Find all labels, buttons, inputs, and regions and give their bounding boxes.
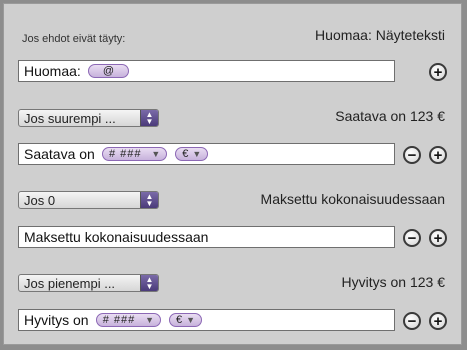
rule-preview: Hyvitys on 123 € — [341, 274, 446, 290]
minus-icon: − — [407, 229, 417, 247]
add-rule-button[interactable]: + — [429, 312, 447, 330]
plus-icon: + — [433, 63, 443, 81]
chevron-down-icon: ▼ — [192, 149, 202, 159]
currency-symbol: € — [176, 314, 183, 326]
add-rule-button[interactable]: + — [429, 146, 447, 164]
chevron-down-icon: ▼ — [186, 315, 196, 325]
rule-preview: Maksettu kokonaisuudessaan — [260, 191, 445, 207]
currency-token[interactable]: € ▼ — [169, 313, 203, 327]
add-rule-button[interactable]: + — [429, 229, 447, 247]
field-text: Huomaa: — [24, 63, 81, 79]
rule-format-field[interactable]: Maksettu kokonaisuudessaan — [18, 226, 395, 248]
text-token[interactable]: @ — [87, 64, 129, 78]
number-format: # ### — [102, 314, 136, 326]
number-token[interactable]: # ### ▼ — [95, 313, 162, 327]
field-text: Hyvitys on — [24, 312, 89, 328]
up-down-arrows-icon: ▲ ▼ — [140, 275, 158, 291]
remove-rule-button[interactable]: − — [403, 229, 421, 247]
field-text: Maksettu kokonaisuudessaan — [24, 229, 209, 245]
up-down-arrows-icon: ▲ ▼ — [140, 192, 158, 208]
otherwise-label: Jos ehdot eivät täyty: — [22, 33, 126, 45]
number-token[interactable]: # ### ▼ — [101, 147, 168, 161]
condition-select-label: Jos pienempi ... — [24, 275, 116, 291]
condition-select-label: Jos suurempi ... — [24, 110, 116, 126]
currency-symbol: € — [182, 148, 189, 160]
default-format-field[interactable]: Huomaa: @ — [18, 60, 395, 82]
condition-select-label: Jos 0 — [24, 192, 56, 208]
add-rule-button[interactable]: + — [429, 63, 447, 81]
plus-icon: + — [433, 312, 443, 330]
up-down-arrows-icon: ▲ ▼ — [140, 110, 158, 126]
field-text: Saatava on — [24, 146, 95, 162]
conditional-format-panel: Jos ehdot eivät täyty: Huomaa: Näyteteks… — [3, 3, 462, 345]
rule-format-field[interactable]: Hyvitys on # ### ▼ € ▼ — [18, 309, 395, 331]
chevron-down-icon: ▼ — [145, 315, 155, 325]
condition-select[interactable]: Jos pienempi ... ▲ ▼ — [18, 274, 159, 292]
number-format: # ### — [108, 148, 142, 160]
condition-select[interactable]: Jos 0 ▲ ▼ — [18, 191, 159, 209]
currency-token[interactable]: € ▼ — [175, 147, 209, 161]
rule-format-field[interactable]: Saatava on # ### ▼ € ▼ — [18, 143, 395, 165]
plus-icon: + — [433, 229, 443, 247]
rule-preview: Saatava on 123 € — [335, 108, 445, 124]
condition-select[interactable]: Jos suurempi ... ▲ ▼ — [18, 109, 159, 127]
minus-icon: − — [407, 146, 417, 164]
remove-rule-button[interactable]: − — [403, 146, 421, 164]
chevron-down-icon: ▼ — [151, 149, 161, 159]
preview-text: Huomaa: Näyteteksti — [315, 27, 445, 43]
remove-rule-button[interactable]: − — [403, 312, 421, 330]
plus-icon: + — [433, 146, 443, 164]
minus-icon: − — [407, 312, 417, 330]
